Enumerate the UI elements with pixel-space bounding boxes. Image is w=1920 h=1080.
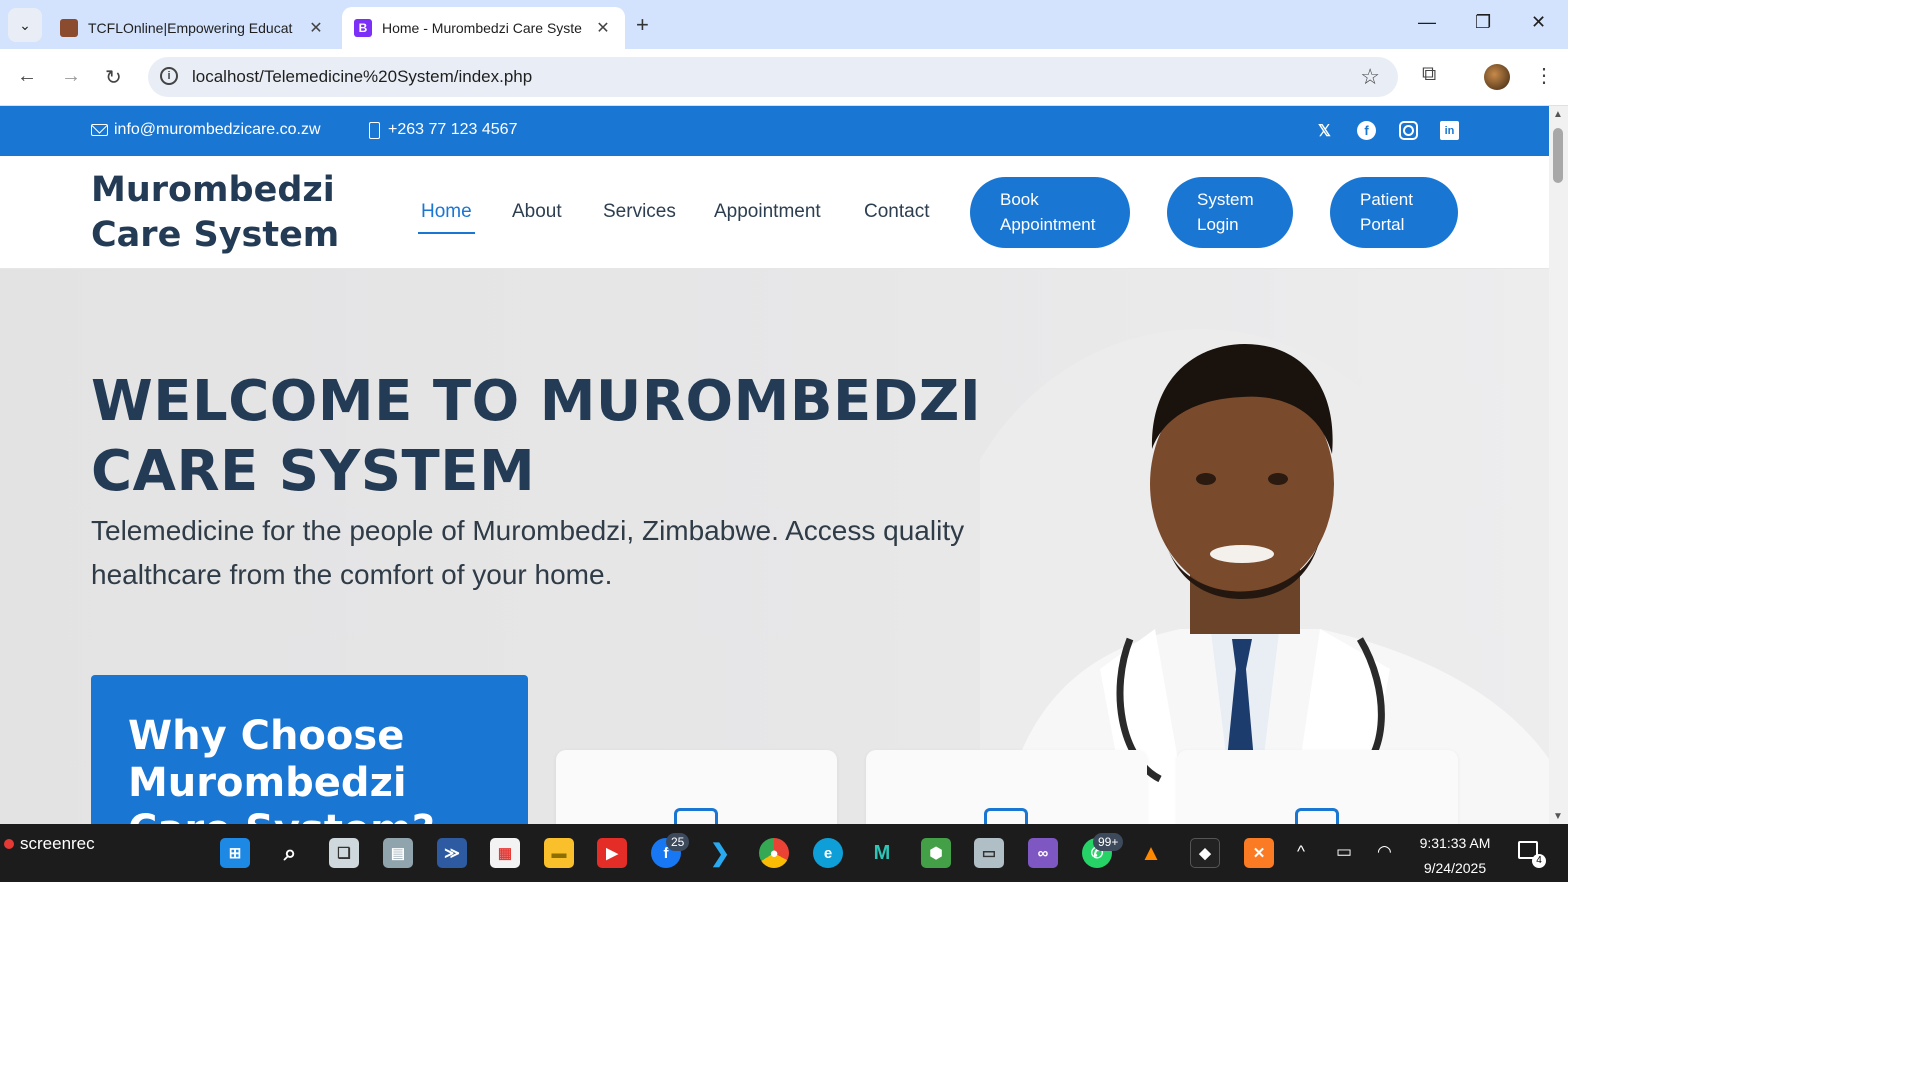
- phone-contact[interactable]: +263 77 123 4567: [369, 121, 517, 139]
- microsoft-store-icon[interactable]: ▦: [490, 838, 520, 868]
- nav-about[interactable]: About: [512, 201, 562, 223]
- feature-icon: [1295, 808, 1339, 824]
- system-login-button[interactable]: System Login: [1167, 177, 1293, 248]
- feature-card: [556, 750, 837, 824]
- reload-icon[interactable]: ↻: [105, 65, 122, 90]
- facebook-icon[interactable]: f: [1357, 121, 1376, 140]
- new-tab-icon[interactable]: +: [636, 12, 649, 38]
- page-scrollbar[interactable]: ▲ ▼: [1549, 106, 1568, 824]
- vscode-icon[interactable]: ❯: [705, 838, 735, 868]
- clock-time: 9:31:33 AM: [1419, 835, 1491, 851]
- doctor-image: [980, 329, 1549, 824]
- printer-app-icon[interactable]: ▭: [974, 838, 1004, 868]
- site-info-icon[interactable]: i: [160, 67, 178, 85]
- task-view-icon[interactable]: ❏: [329, 838, 359, 868]
- nav-home[interactable]: Home: [421, 201, 472, 223]
- linkedin-icon[interactable]: in: [1440, 121, 1459, 140]
- browser-menu-icon[interactable]: ⋮: [1534, 63, 1554, 88]
- visual-studio-icon[interactable]: ∞: [1028, 838, 1058, 868]
- feature-card: [866, 750, 1147, 824]
- tab-tcflonline[interactable]: TCFLOnline|Empowering Educat ✕: [48, 7, 338, 49]
- record-dot-icon: [4, 839, 14, 849]
- capcut-icon[interactable]: ◆: [1190, 838, 1220, 868]
- widgets-icon[interactable]: ▤: [383, 838, 413, 868]
- scroll-thumb[interactable]: [1553, 128, 1563, 183]
- why-choose-title: Why Choose Murombedzi Care System?: [128, 713, 435, 824]
- nav-active-underline: [418, 232, 475, 234]
- chrome-icon[interactable]: ●: [759, 838, 789, 868]
- why-choose-card: Why Choose Murombedzi Care System?: [91, 675, 528, 824]
- file-explorer-icon[interactable]: ▬: [544, 838, 574, 868]
- envelope-icon: [91, 124, 108, 136]
- windows-start-icon[interactable]: ⊞: [220, 838, 250, 868]
- url-text[interactable]: localhost/Telemedicine%20System/index.ph…: [192, 67, 532, 87]
- phone-text: +263 77 123 4567: [388, 121, 518, 138]
- web-page: info@murombedzicare.co.zw +263 77 123 45…: [0, 106, 1549, 824]
- bootstrap-favicon-icon: B: [354, 19, 372, 37]
- feature-card: [1177, 750, 1458, 824]
- screenrec-indicator[interactable]: screenrec: [4, 834, 95, 854]
- system-clock[interactable]: 9:31:33 AM 9/24/2025: [1412, 831, 1498, 881]
- feature-icon: [984, 808, 1028, 824]
- app-m-icon[interactable]: M: [867, 838, 897, 868]
- scroll-up-icon[interactable]: ▲: [1553, 109, 1563, 120]
- screenrec-label: screenrec: [20, 834, 95, 853]
- scroll-down-icon[interactable]: ▼: [1553, 811, 1563, 822]
- hero-section: WELCOME TO MUROMBEDZI CARE SYSTEM Teleme…: [0, 269, 1549, 824]
- book-appointment-button[interactable]: Book Appointment: [970, 177, 1130, 248]
- xampp-icon[interactable]: ✕: [1244, 838, 1274, 868]
- youtube-icon[interactable]: ▶: [597, 838, 627, 868]
- site-logo[interactable]: Murombedzi Care System: [91, 168, 361, 258]
- phone-icon: [369, 121, 380, 139]
- email-contact[interactable]: info@murombedzicare.co.zw: [91, 121, 321, 139]
- nav-services[interactable]: Services: [603, 201, 676, 223]
- tab-favicon-icon: [60, 19, 78, 37]
- patient-portal-button[interactable]: Patient Portal: [1330, 177, 1458, 248]
- restore-icon[interactable]: ❐: [1475, 12, 1491, 33]
- wifi-icon[interactable]: ◠: [1377, 842, 1392, 862]
- tab-title: Home - Murombedzi Care Syste: [382, 20, 582, 36]
- extensions-icon[interactable]: ⧉: [1422, 63, 1436, 86]
- nav-contact[interactable]: Contact: [864, 201, 929, 223]
- doctor-feature-icon: [674, 808, 718, 824]
- browser-tab-bar: ⌄ TCFLOnline|Empowering Educat ✕ B Home …: [0, 0, 1568, 49]
- vlc-icon[interactable]: ▲: [1136, 838, 1166, 868]
- clock-date: 9/24/2025: [1423, 860, 1487, 876]
- contact-topbar: info@murombedzicare.co.zw +263 77 123 45…: [0, 106, 1549, 156]
- nav-appointment[interactable]: Appointment: [714, 201, 821, 223]
- tab-murombedzi-home[interactable]: B Home - Murombedzi Care Syste ✕: [342, 7, 625, 49]
- hero-subtitle: Telemedicine for the people of Murombedz…: [91, 515, 965, 590]
- windows-taskbar: screenrec ⊞ ⌕ ❏ ▤ ≫ ▦ ▬ ▶ f 25 ❯ ● e M ⬢…: [0, 824, 1568, 882]
- whatsapp-badge: 99+: [1093, 833, 1124, 851]
- tray-chevron-icon[interactable]: ^: [1297, 842, 1305, 862]
- node-icon[interactable]: ⬢: [921, 838, 951, 868]
- address-bar[interactable]: i localhost/Telemedicine%20System/index.…: [148, 57, 1398, 97]
- tab-title: TCFLOnline|Empowering Educat: [88, 20, 293, 36]
- close-icon[interactable]: ✕: [593, 18, 613, 38]
- hero-title: WELCOME TO MUROMBEDZI CARE SYSTEM: [91, 369, 982, 504]
- back-icon[interactable]: ←: [17, 65, 37, 88]
- email-text: info@murombedzicare.co.zw: [114, 121, 321, 138]
- powershell-icon[interactable]: ≫: [437, 838, 467, 868]
- site-header: Murombedzi Care System Home About Servic…: [0, 156, 1549, 269]
- forward-icon[interactable]: →: [61, 65, 81, 88]
- instagram-icon[interactable]: [1399, 121, 1418, 140]
- close-icon[interactable]: ✕: [306, 18, 326, 38]
- search-icon[interactable]: ⌕: [275, 838, 305, 868]
- address-toolbar: ← → ↻ i localhost/Telemedicine%20System/…: [0, 49, 1568, 106]
- x-icon[interactable]: 𝕏: [1315, 121, 1334, 140]
- tab-search-button[interactable]: ⌄: [8, 8, 42, 42]
- profile-avatar[interactable]: [1484, 64, 1510, 90]
- battery-icon[interactable]: ▭: [1336, 842, 1352, 862]
- close-window-icon[interactable]: ✕: [1531, 12, 1546, 33]
- bookmark-star-icon[interactable]: ☆: [1360, 64, 1380, 90]
- minimize-icon[interactable]: —: [1418, 12, 1436, 33]
- notification-count: 4: [1532, 854, 1546, 868]
- edge-icon[interactable]: e: [813, 838, 843, 868]
- facebook-badge: 25: [666, 833, 690, 851]
